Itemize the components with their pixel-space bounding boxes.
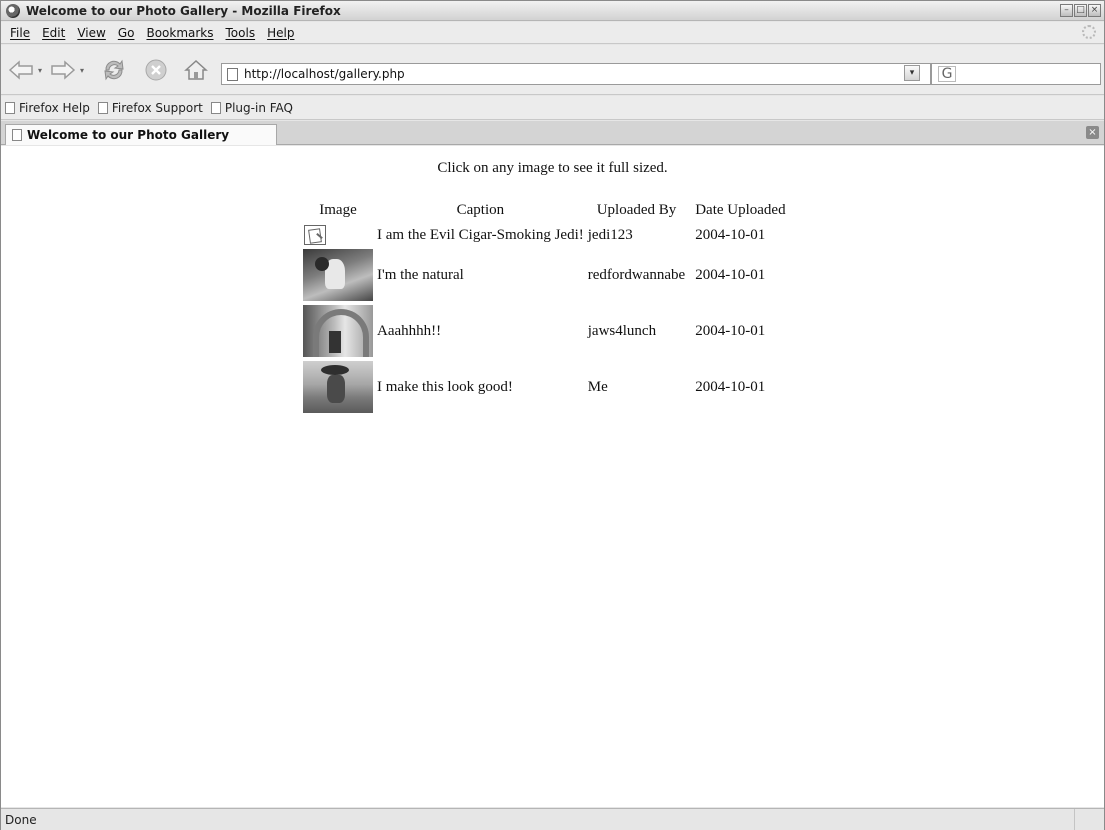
bookmark-page-icon — [5, 101, 15, 114]
home-icon — [184, 59, 208, 80]
caption-cell: I make this look good! — [377, 378, 513, 395]
gallery-table: Image Caption Uploaded By Date Uploaded … — [301, 200, 788, 415]
firefox-icon — [6, 3, 20, 18]
forward-dropdown-icon[interactable]: ▾ — [77, 57, 87, 83]
minimize-icon[interactable]: – — [1060, 4, 1073, 17]
column-header-image: Image — [319, 202, 357, 218]
home-button[interactable] — [181, 57, 211, 83]
tab-strip: Welcome to our Photo Gallery × — [1, 121, 1104, 145]
column-header-uploaded-by: Uploaded By — [596, 202, 677, 218]
uploaded-by-cell: jaws4lunch — [587, 322, 657, 339]
window-title: Welcome to our Photo Gallery - Mozilla F… — [26, 3, 341, 18]
title-bar[interactable]: Welcome to our Photo Gallery - Mozilla F… — [1, 1, 1104, 21]
status-text: Done — [5, 812, 37, 827]
caption-cell: I am the Evil Cigar-Smoking Jedi! — [377, 226, 584, 243]
page-content: Click on any image to see it full sized.… — [1, 146, 1104, 807]
bookmarks-toolbar: Firefox Help Firefox Support Plug-in FAQ — [1, 96, 1104, 120]
url-dropdown-icon[interactable]: ▾ — [904, 65, 920, 81]
browser-window: Welcome to our Photo Gallery - Mozilla F… — [0, 0, 1105, 830]
date-cell: 2004-10-01 — [695, 322, 766, 339]
bookmark-firefox-support[interactable]: Firefox Support — [97, 100, 203, 115]
forward-button[interactable] — [49, 57, 77, 83]
back-button[interactable] — [7, 57, 35, 83]
table-row: I'm the natural redfordwannabe 2004-10-0… — [301, 247, 788, 303]
caption-cell: Aaahhhh!! — [377, 322, 442, 339]
menu-tools[interactable]: Tools — [220, 26, 262, 40]
address-bar[interactable]: http://localhost/gallery.php — [221, 63, 931, 85]
table-header-row: Image Caption Uploaded By Date Uploaded — [301, 200, 788, 223]
throbber-icon — [1082, 25, 1096, 39]
uploaded-by-cell: jedi123 — [587, 226, 633, 243]
page-intro: Click on any image to see it full sized. — [437, 160, 668, 176]
image-cell — [301, 359, 375, 415]
photo-thumbnail[interactable] — [303, 361, 373, 413]
caption-cell: I'm the natural — [377, 266, 464, 283]
status-bar: Done — [1, 808, 1104, 830]
stop-icon — [145, 59, 167, 81]
uploaded-by-cell: redfordwannabe — [587, 266, 686, 283]
url-text[interactable]: http://localhost/gallery.php — [244, 67, 405, 81]
date-cell: 2004-10-01 — [695, 266, 766, 283]
photo-thumbnail[interactable] — [303, 305, 373, 357]
bookmark-page-icon — [210, 101, 221, 114]
bookmark-page-icon — [97, 101, 108, 114]
table-row: I am the Evil Cigar-Smoking Jedi! jedi12… — [301, 223, 788, 247]
date-cell: 2004-10-01 — [695, 226, 766, 243]
bookmark-label: Firefox Help — [19, 100, 90, 115]
bookmark-firefox-help[interactable]: Firefox Help — [5, 101, 90, 115]
menu-help[interactable]: Help — [261, 26, 300, 40]
image-cell — [301, 303, 375, 359]
bookmark-plugin-faq[interactable]: Plug-in FAQ — [210, 100, 293, 115]
window-controls: – □ × — [1060, 4, 1101, 17]
page-icon — [227, 67, 238, 81]
stop-button[interactable] — [141, 57, 171, 83]
close-icon[interactable]: × — [1088, 4, 1101, 17]
forward-arrow-icon — [51, 60, 76, 80]
menu-file[interactable]: File — [4, 26, 36, 40]
photo-thumbnail[interactable] — [303, 249, 373, 301]
maximize-icon[interactable]: □ — [1074, 4, 1087, 17]
date-cell: 2004-10-01 — [695, 378, 766, 395]
menu-bookmarks[interactable]: Bookmarks — [140, 26, 219, 40]
status-panel — [1074, 809, 1104, 830]
menu-view[interactable]: View — [71, 26, 111, 40]
google-icon[interactable]: G — [938, 66, 956, 82]
search-box[interactable]: G — [931, 63, 1101, 85]
bookmark-label: Firefox Support — [111, 100, 203, 115]
menu-edit[interactable]: Edit — [36, 26, 71, 40]
back-dropdown-icon[interactable]: ▾ — [35, 57, 45, 83]
tab-label: Welcome to our Photo Gallery — [27, 128, 230, 142]
broken-image-icon[interactable] — [304, 225, 326, 245]
table-row: I make this look good! Me 2004-10-01 — [301, 359, 788, 415]
table-row: Aaahhhh!! jaws4lunch 2004-10-01 — [301, 303, 788, 359]
navigation-toolbar: ▾ ▾ http://localhost/gallery.php ▾ G — [1, 45, 1104, 95]
reload-button[interactable] — [99, 57, 129, 83]
menu-bar: File Edit View Go Bookmarks Tools Help — [1, 22, 1104, 44]
back-arrow-icon — [8, 60, 33, 80]
tab-page-icon — [12, 129, 22, 141]
reload-icon — [104, 59, 124, 81]
image-cell — [301, 247, 375, 303]
tab-photo-gallery[interactable]: Welcome to our Photo Gallery — [5, 124, 277, 145]
menu-go[interactable]: Go — [112, 26, 141, 40]
column-header-date: Date Uploaded — [695, 202, 786, 218]
bookmark-label: Plug-in FAQ — [224, 100, 293, 115]
column-header-caption: Caption — [456, 202, 505, 218]
close-tab-icon[interactable]: × — [1086, 126, 1099, 139]
image-cell — [301, 223, 375, 247]
uploaded-by-cell: Me — [587, 378, 608, 395]
